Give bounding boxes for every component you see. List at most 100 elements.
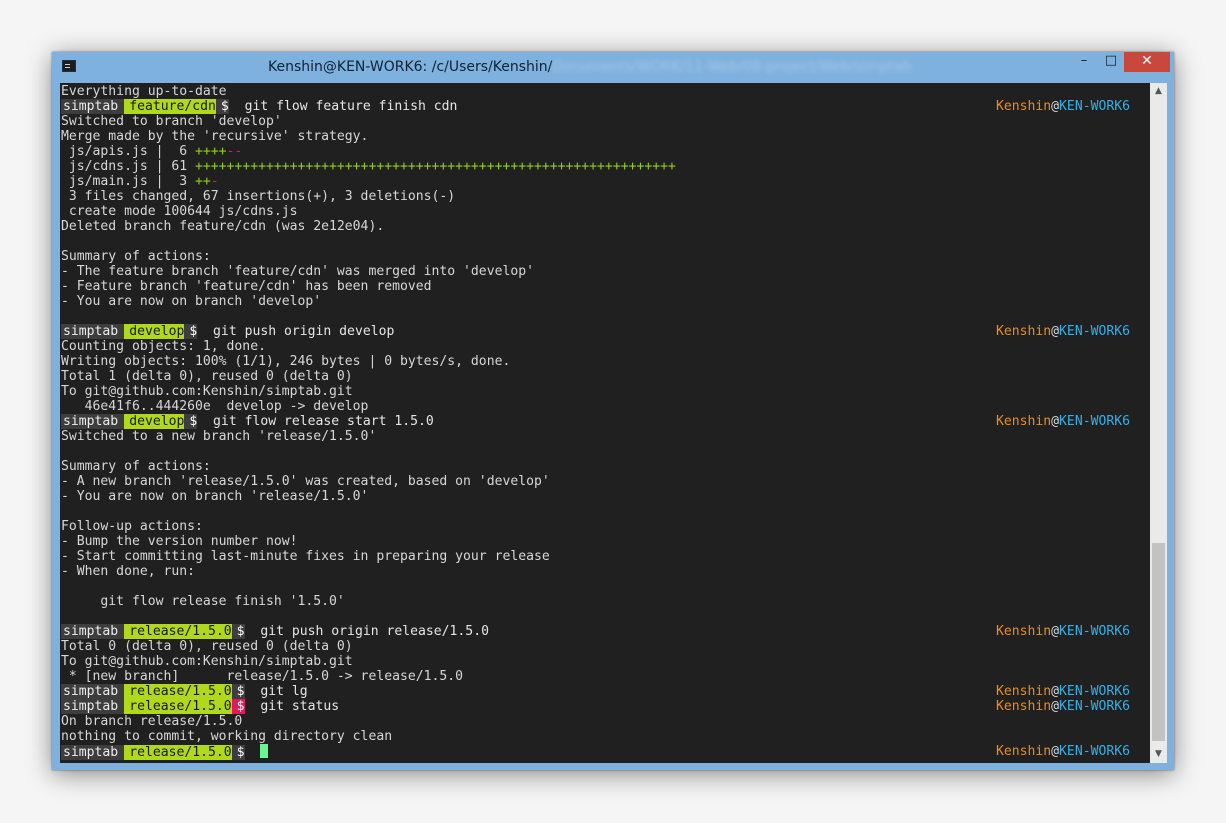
terminal-icon[interactable] — [62, 60, 76, 72]
window-title-redacted: Documents/WORK/11-Web/08-project/Web/sim… — [552, 59, 912, 75]
output-text: js/cdns.js | 61 — [61, 159, 196, 174]
right-prompt: Kenshin@KEN-WORK6 — [996, 684, 1130, 699]
prompt-branch: release/1.5.0 — [124, 745, 232, 760]
prompt-directory: simptab — [61, 324, 125, 339]
output-line: - You are now on branch 'develop' — [61, 294, 1146, 309]
prompt-line: simptab release/1.5.0 $ Kenshin@KEN-WORK6 — [61, 744, 1146, 760]
prompt-host: KEN-WORK6 — [1059, 699, 1130, 714]
prompt-directory: simptab — [61, 684, 125, 699]
output-text: Total 0 (delta 0), reused 0 (delta 0) — [61, 639, 353, 654]
window-title-text: Kenshin@KEN-WORK6: /c/Users/Kenshin/ — [268, 59, 553, 75]
prompt-branch: develop — [124, 324, 185, 339]
prompt-at: @ — [1051, 699, 1060, 714]
chevron-down-icon[interactable]: ▼ — [1150, 746, 1167, 763]
output-text: 3 files changed, 67 insertions(+), 3 del… — [61, 189, 456, 204]
output-text: create mode 100644 js/cdns.js — [61, 204, 298, 219]
chevron-up-icon[interactable]: ▲ — [1150, 83, 1167, 100]
terminal-output[interactable]: Everything up-to-date simptab feature/cdn $… — [60, 83, 1150, 763]
output-text: Switched to branch 'develop' — [61, 114, 282, 129]
output-line: Switched to branch 'develop' — [61, 114, 1146, 129]
prompt-symbol: $ — [184, 324, 198, 339]
diffstat-insertions: ++++++++++++++++++++++++++++++++++++++++… — [195, 159, 676, 174]
prompt-user: Kenshin — [995, 624, 1052, 639]
prompt-branch: release/1.5.0 — [124, 684, 232, 699]
scrollbar-thumb[interactable] — [1152, 543, 1165, 741]
output-line: - Bump the version number now! — [61, 534, 1146, 549]
output-line: git flow release finish '1.5.0' — [61, 594, 1146, 609]
prompt-user: Kenshin — [995, 324, 1052, 339]
output-line: Follow-up actions: — [61, 519, 1146, 534]
output-line: - When done, run: — [61, 564, 1146, 579]
output-text: On branch release/1.5.0 — [61, 714, 243, 729]
prompt-directory: simptab — [61, 414, 125, 429]
prompt-line: simptab develop $ git flow release start 1… — [61, 414, 1146, 429]
output-text: - You are now on branch 'release/1.5.0' — [61, 489, 369, 504]
output-line: To git@github.com:Kenshin/simptab.git — [61, 384, 1146, 399]
output-text: js/main.js | 3 — [61, 174, 196, 189]
command-text: git status — [260, 699, 340, 714]
minimize-button[interactable]: – — [1070, 52, 1098, 72]
prompt-branch: feature/cdn — [124, 99, 216, 114]
text-cursor[interactable] — [260, 744, 269, 758]
output-line: Deleted branch feature/cdn (was 2e12e04)… — [61, 219, 1146, 234]
output-line: To git@github.com:Kenshin/simptab.git — [61, 654, 1146, 669]
output-text: 46e41f6..444260e develop -> develop — [61, 399, 369, 414]
output-text: Writing objects: 100% (1/1), 246 bytes |… — [61, 354, 511, 369]
output-line: On branch release/1.5.0 — [61, 714, 1146, 729]
prompt-line: simptab release/1.5.0 $ git lg Kenshin@KEN-… — [61, 684, 1146, 699]
output-line: Summary of actions: — [61, 249, 1146, 264]
output-text: Counting objects: 1, done. — [61, 339, 266, 354]
right-prompt: Kenshin@KEN-WORK6 — [996, 99, 1130, 114]
output-text: Deleted branch feature/cdn (was 2e12e04)… — [61, 219, 385, 234]
output-text: - Start committing last-minute fixes in … — [61, 549, 550, 564]
right-prompt: Kenshin@KEN-WORK6 — [996, 324, 1130, 339]
vertical-scrollbar[interactable]: ▲ ▼ — [1150, 83, 1167, 763]
prompt-directory: simptab — [61, 624, 125, 639]
output-line: - A new branch 'release/1.5.0' was creat… — [61, 474, 1146, 489]
output-line: - Feature branch 'feature/cdn' has been … — [61, 279, 1146, 294]
prompt-host: KEN-WORK6 — [1059, 99, 1130, 114]
prompt-line: simptab feature/cdn $ git flow feature fin… — [61, 99, 1146, 114]
right-prompt: Kenshin@KEN-WORK6 — [996, 699, 1130, 714]
right-prompt: Kenshin@KEN-WORK6 — [996, 744, 1130, 759]
output-line: Counting objects: 1, done. — [61, 339, 1146, 354]
prompt-host: KEN-WORK6 — [1059, 414, 1130, 429]
output-text: - Bump the version number now! — [61, 534, 298, 549]
terminal-lines: Everything up-to-date simptab feature/cdn $… — [61, 84, 1146, 760]
prompt-at: @ — [1051, 744, 1060, 759]
prompt-at: @ — [1051, 99, 1060, 114]
output-line: Merge made by the 'recursive' strategy. — [61, 129, 1146, 144]
maximize-button[interactable]: □ — [1098, 52, 1124, 72]
prompt-directory: simptab — [61, 699, 125, 714]
prompt-host: KEN-WORK6 — [1059, 684, 1130, 699]
output-text: - The feature branch 'feature/cdn' was m… — [61, 264, 534, 279]
prompt-line: simptab develop $ git push origin develop K… — [61, 324, 1146, 339]
output-line: nothing to commit, working directory cle… — [61, 729, 1146, 744]
prompt-directory: simptab — [61, 99, 125, 114]
output-text: - When done, run: — [61, 564, 196, 579]
output-line: 3 files changed, 67 insertions(+), 3 del… — [61, 189, 1146, 204]
output-line: js/apis.js | 6 ++++-- — [61, 144, 1146, 159]
prompt-at: @ — [1051, 414, 1060, 429]
diffstat-deletions: - — [210, 174, 219, 189]
prompt-host: KEN-WORK6 — [1059, 324, 1130, 339]
prompt-line: simptab release/1.5.0 $ git status Kenshin@… — [61, 699, 1146, 714]
output-text: Summary of actions: — [61, 459, 211, 474]
prompt-user: Kenshin — [995, 699, 1052, 714]
prompt-branch: release/1.5.0 — [124, 624, 232, 639]
output-line: Everything up-to-date — [61, 84, 1146, 99]
prompt-at: @ — [1051, 684, 1060, 699]
prompt-symbol: $ — [231, 699, 245, 714]
output-line: js/cdns.js | 61 ++++++++++++++++++++++++… — [61, 159, 1146, 174]
close-button[interactable]: ✕ — [1124, 52, 1170, 72]
prompt-user: Kenshin — [995, 684, 1052, 699]
title-bar[interactable]: Kenshin@KEN-WORK6: /c/Users/Kenshin/Docu… — [52, 52, 1174, 83]
output-line: * [new branch] release/1.5.0 -> release/… — [61, 669, 1146, 684]
prompt-line: simptab release/1.5.0 $ git push origin re… — [61, 624, 1146, 639]
command-text: git flow release start 1.5.0 — [213, 414, 434, 429]
command-text: git push origin release/1.5.0 — [260, 624, 489, 639]
